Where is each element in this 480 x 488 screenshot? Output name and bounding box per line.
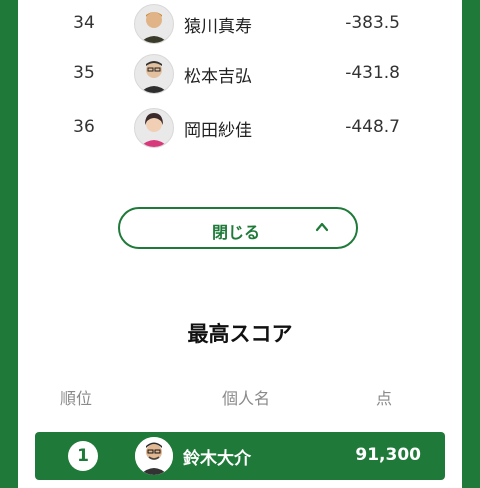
column-header-score: 点 <box>376 389 393 408</box>
ranking-panel: 34 猿川真寿 -383.5 35 松本吉弘 -431.8 36 岡田紗佳 -4… <box>18 0 462 488</box>
chevron-up-icon <box>314 219 330 235</box>
ranking-row: 36 岡田紗佳 -448.7 <box>18 104 462 152</box>
player-score: -383.5 <box>345 13 400 33</box>
player-name: 鈴木大介 <box>183 449 251 469</box>
player-name: 猿川真寿 <box>184 17 252 37</box>
rank-number: 34 <box>73 13 95 33</box>
top-score-row: 1 鈴木大介 91,300 <box>35 432 445 480</box>
avatar <box>134 54 174 94</box>
section-title: 最高スコア <box>187 322 293 346</box>
ranking-row: 35 松本吉弘 -431.8 <box>18 50 462 98</box>
column-header-rank: 順位 <box>60 389 93 408</box>
player-score: 91,300 <box>355 445 421 465</box>
column-header-name: 個人名 <box>222 389 271 408</box>
rank-badge: 1 <box>68 441 98 471</box>
avatar <box>134 108 174 148</box>
player-name: 岡田紗佳 <box>184 121 252 141</box>
avatar <box>134 4 174 44</box>
close-button[interactable]: 閉じる <box>118 207 358 249</box>
player-score: -431.8 <box>345 63 400 83</box>
ranking-row: 34 猿川真寿 -383.5 <box>18 0 462 48</box>
rank-number: 35 <box>73 63 95 83</box>
player-score: -448.7 <box>345 117 400 137</box>
player-name: 松本吉弘 <box>184 67 252 87</box>
rank-number: 36 <box>73 117 95 137</box>
avatar <box>134 436 174 476</box>
close-button-label: 閉じる <box>212 223 261 242</box>
